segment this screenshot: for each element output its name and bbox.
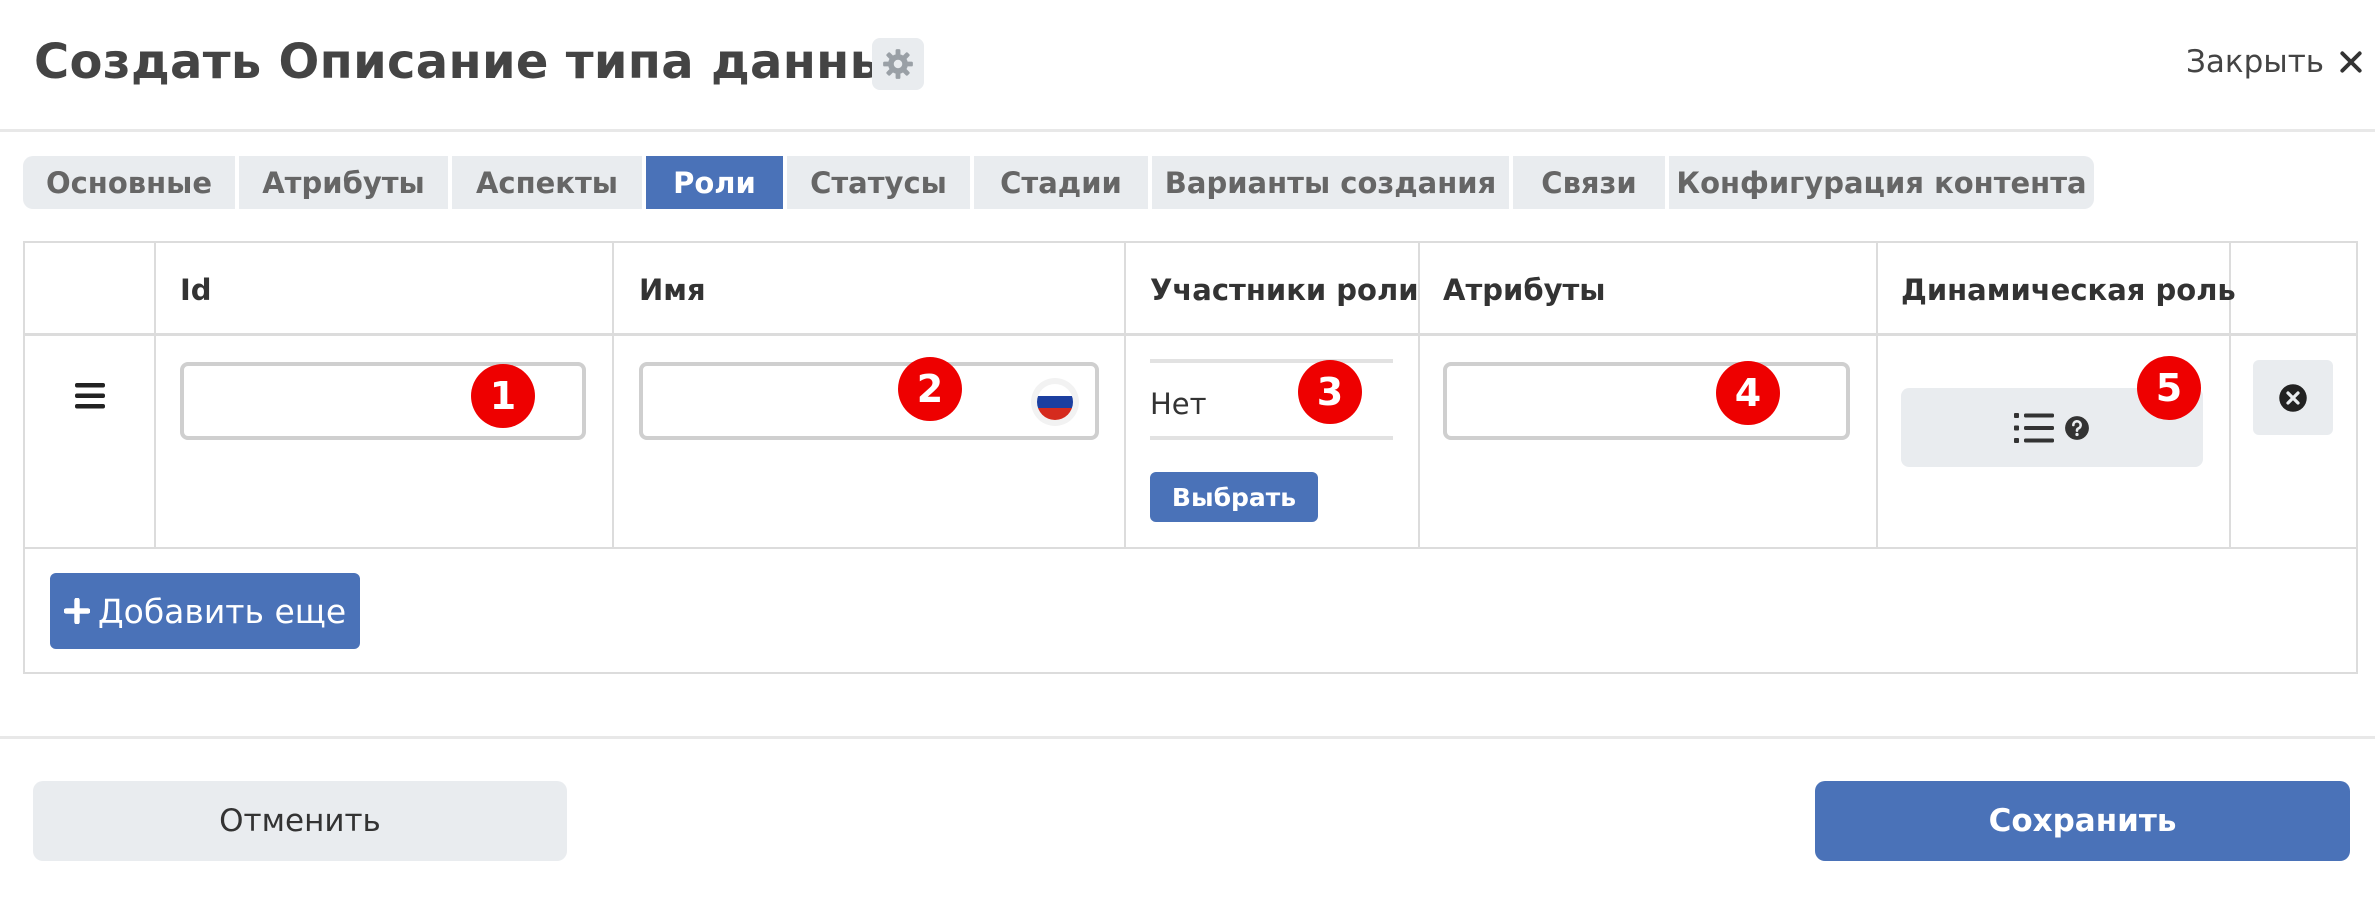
annotation-badge-3: 3 bbox=[1298, 360, 1362, 424]
participants-value: Нет bbox=[1150, 387, 1207, 421]
participants-top-border bbox=[1150, 359, 1393, 363]
annotation-badge-2: 2 bbox=[898, 357, 962, 421]
row-divider bbox=[25, 547, 2356, 549]
header-divider bbox=[25, 333, 2356, 336]
column-header-participants: Участники роли bbox=[1150, 273, 1419, 307]
add-more-button[interactable]: Добавить еще bbox=[50, 573, 360, 649]
flag-stripe-blue bbox=[1037, 396, 1073, 408]
tab-links[interactable]: Связи bbox=[1513, 156, 1665, 209]
attributes-input[interactable] bbox=[1443, 362, 1850, 440]
list-icon bbox=[2014, 412, 2054, 443]
column-header-dynamic-role: Динамическая роль bbox=[1901, 273, 2236, 307]
times-circle-icon bbox=[2279, 383, 2307, 412]
tab-creation-variants[interactable]: Варианты создания bbox=[1152, 156, 1509, 209]
column-divider bbox=[1876, 243, 1878, 548]
flag-stripe-red bbox=[1037, 408, 1073, 420]
close-icon bbox=[2340, 51, 2362, 73]
column-header-id: Id bbox=[180, 273, 212, 307]
column-divider bbox=[1124, 243, 1126, 548]
roles-table: Id Имя Участники роли Атрибуты Динамичес… bbox=[23, 241, 2358, 674]
question-circle-icon bbox=[2065, 415, 2089, 440]
column-divider bbox=[154, 243, 156, 548]
gear-icon bbox=[883, 49, 913, 79]
close-label: Закрыть bbox=[2186, 44, 2325, 80]
footer-divider bbox=[0, 736, 2375, 739]
drag-handle-icon[interactable] bbox=[75, 383, 105, 409]
settings-button[interactable] bbox=[872, 38, 924, 90]
tab-statuses[interactable]: Статусы bbox=[787, 156, 970, 209]
page-title: Создать Описание типа данных bbox=[34, 34, 925, 90]
flag-stripe-white bbox=[1037, 384, 1073, 396]
column-divider bbox=[612, 243, 614, 548]
choose-participants-button[interactable]: Выбрать bbox=[1150, 472, 1318, 522]
annotation-badge-5: 5 bbox=[2137, 356, 2201, 420]
tab-aspects[interactable]: Аспекты bbox=[452, 156, 642, 209]
plus-icon bbox=[63, 598, 90, 624]
tab-bar: Основные Атрибуты Аспекты Роли Статусы С… bbox=[23, 156, 2094, 209]
annotation-badge-1: 1 bbox=[471, 364, 535, 428]
column-header-attributes: Атрибуты bbox=[1443, 273, 1606, 307]
participants-bottom-border bbox=[1150, 436, 1393, 440]
russian-flag-icon[interactable] bbox=[1031, 378, 1079, 426]
remove-row-button[interactable] bbox=[2253, 360, 2333, 435]
add-more-label: Добавить еще bbox=[97, 591, 347, 631]
close-button[interactable]: Закрыть bbox=[2186, 44, 2364, 80]
tab-attributes[interactable]: Атрибуты bbox=[239, 156, 448, 209]
save-button[interactable]: Сохранить bbox=[1815, 781, 2350, 861]
cancel-button[interactable]: Отменить bbox=[33, 781, 567, 861]
tab-main[interactable]: Основные bbox=[23, 156, 235, 209]
tab-content-config[interactable]: Конфигурация контента bbox=[1669, 156, 2094, 209]
flag-stripes bbox=[1037, 384, 1073, 420]
name-input[interactable] bbox=[639, 362, 1099, 440]
dialog-header: Создать Описание типа данных Закрыть bbox=[0, 0, 2375, 132]
column-header-name: Имя bbox=[639, 273, 706, 307]
annotation-badge-4: 4 bbox=[1716, 361, 1780, 425]
tab-stages[interactable]: Стадии bbox=[974, 156, 1148, 209]
tab-roles[interactable]: Роли bbox=[646, 156, 783, 209]
